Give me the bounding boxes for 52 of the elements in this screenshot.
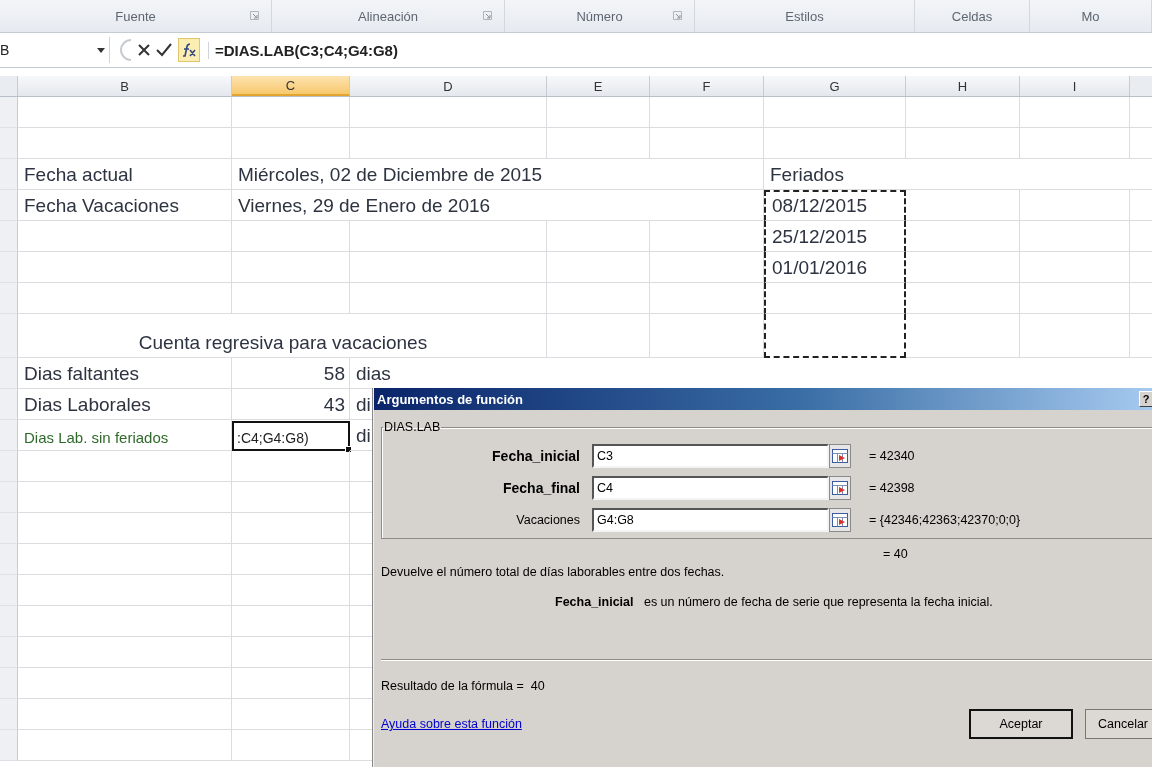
argument-result: = 42340 — [869, 449, 915, 463]
ribbon-group-label: Número — [576, 8, 623, 24]
cell-text: Cuenta regresiva para vacaciones — [138, 331, 428, 355]
column-header[interactable]: E — [547, 76, 650, 96]
column-header[interactable]: F — [650, 76, 764, 96]
argument-field[interactable]: C3 — [592, 444, 829, 468]
cell-text: Miércoles, 02 de Diciembre de 2015 — [238, 163, 543, 187]
accept-button[interactable]: Aceptar — [969, 709, 1073, 739]
cell-edit-text: :C4;G4:G8) — [237, 430, 309, 446]
cell-text: 43 — [323, 393, 345, 417]
cell-text: Dias Laborales — [24, 393, 151, 417]
help-link[interactable]: Ayuda sobre esta función — [381, 717, 522, 731]
cell-text: Feriados — [770, 163, 844, 187]
cell-text: Viernes, 29 de Enero de 2016 — [238, 194, 491, 218]
argument-help: Fecha_inicial es un número de fecha de serie que representa la fecha inicial. — [555, 595, 994, 609]
cell-text: 25/12/2015 — [772, 225, 868, 249]
cell-text: di — [356, 424, 371, 448]
column-header[interactable]: D — [350, 76, 547, 96]
name-box[interactable]: B — [0, 37, 110, 63]
argument-label: Vacaciones — [515, 513, 581, 527]
column-header[interactable]: C — [232, 76, 350, 96]
cell-text: Dias Lab. sin feriados — [24, 429, 169, 448]
argument-result: = 42398 — [869, 481, 915, 495]
cell-text: dias — [356, 362, 391, 386]
cell-text: di — [356, 393, 371, 417]
cell-text: Fecha Vacaciones — [24, 194, 179, 218]
argument-field[interactable]: G4:G8 — [592, 508, 829, 532]
active-cell[interactable]: :C4;G4:G8) — [232, 421, 350, 451]
ribbon-group-label: Alineación — [358, 8, 418, 24]
argument-label: Fecha_final — [501, 480, 581, 496]
formula-result-line: Resultado de la fórmula = 40 — [381, 679, 546, 693]
function-name: DIAS.LAB — [383, 420, 442, 434]
cancel-button[interactable]: Cancelar — [1085, 709, 1152, 739]
cell-text: Fecha actual — [24, 163, 133, 187]
ribbon-group-label: Celdas — [951, 8, 993, 24]
ribbon-group-label: Estilos — [785, 8, 824, 24]
ribbon-group-label: Fuente — [115, 8, 156, 24]
column-header[interactable]: H — [906, 76, 1020, 96]
function-description: Devuelve el número total de días laborables entre dos fechas. — [381, 565, 726, 579]
cell-text: 01/01/2016 — [772, 256, 868, 280]
cell-text: 08/12/2015 — [772, 194, 868, 218]
cell-text: Dias faltantes — [24, 362, 140, 386]
column-header[interactable]: G — [764, 76, 906, 96]
dialog-title: Argumentos de función — [377, 391, 523, 407]
argument-label: Fecha_inicial — [491, 448, 581, 464]
argument-result: = {42346;42363;42370;0;0} — [869, 513, 1021, 527]
formula-text[interactable]: =DIAS.LAB(C3;C4;G4:G8) — [208, 41, 398, 59]
formula-result: = 40 — [883, 547, 909, 561]
ribbon-group-label: Mo — [1081, 8, 1100, 24]
cell-text: 58 — [323, 362, 345, 386]
argument-field[interactable]: C4 — [592, 476, 829, 500]
help-button[interactable]: ? — [1139, 391, 1152, 407]
